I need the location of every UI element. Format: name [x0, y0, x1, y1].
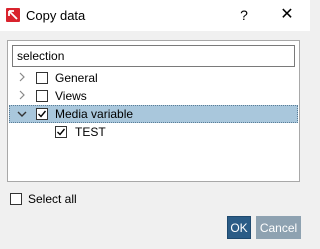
tree-item-test[interactable]: TEST — [9, 123, 298, 141]
tree-item-views[interactable]: Views — [9, 87, 298, 105]
checkbox-test[interactable] — [55, 126, 67, 138]
close-button[interactable]: ✕ — [272, 4, 302, 26]
select-all-label[interactable]: Select all — [28, 192, 77, 206]
checkbox-general[interactable] — [36, 72, 48, 84]
help-button[interactable]: ? — [230, 4, 258, 26]
tree-item-label: Views — [55, 89, 87, 103]
chevron-right-icon[interactable] — [17, 90, 27, 100]
tree-item-general[interactable]: General — [9, 69, 298, 87]
checkmark-icon — [38, 110, 47, 118]
tree-item-label: TEST — [75, 125, 106, 139]
data-tree-panel: General Views Media variable TEST — [7, 40, 300, 182]
title-bar: Copy data ? ✕ — [0, 0, 310, 31]
cancel-button[interactable]: Cancel — [256, 216, 301, 239]
tree-item-label: General — [55, 71, 98, 85]
tree-item-media-variable[interactable]: Media variable — [9, 105, 298, 123]
checkbox-views[interactable] — [36, 90, 48, 102]
chevron-right-icon[interactable] — [17, 72, 27, 82]
select-all-checkbox[interactable] — [10, 193, 22, 205]
search-input[interactable] — [12, 45, 295, 67]
ok-button[interactable]: OK — [227, 216, 251, 239]
checkmark-icon — [57, 128, 66, 136]
window-title: Copy data — [26, 8, 86, 23]
chevron-down-icon[interactable] — [17, 109, 27, 119]
tree-item-label: Media variable — [55, 107, 134, 121]
app-icon — [6, 8, 20, 22]
checkbox-media-variable[interactable] — [36, 108, 48, 120]
